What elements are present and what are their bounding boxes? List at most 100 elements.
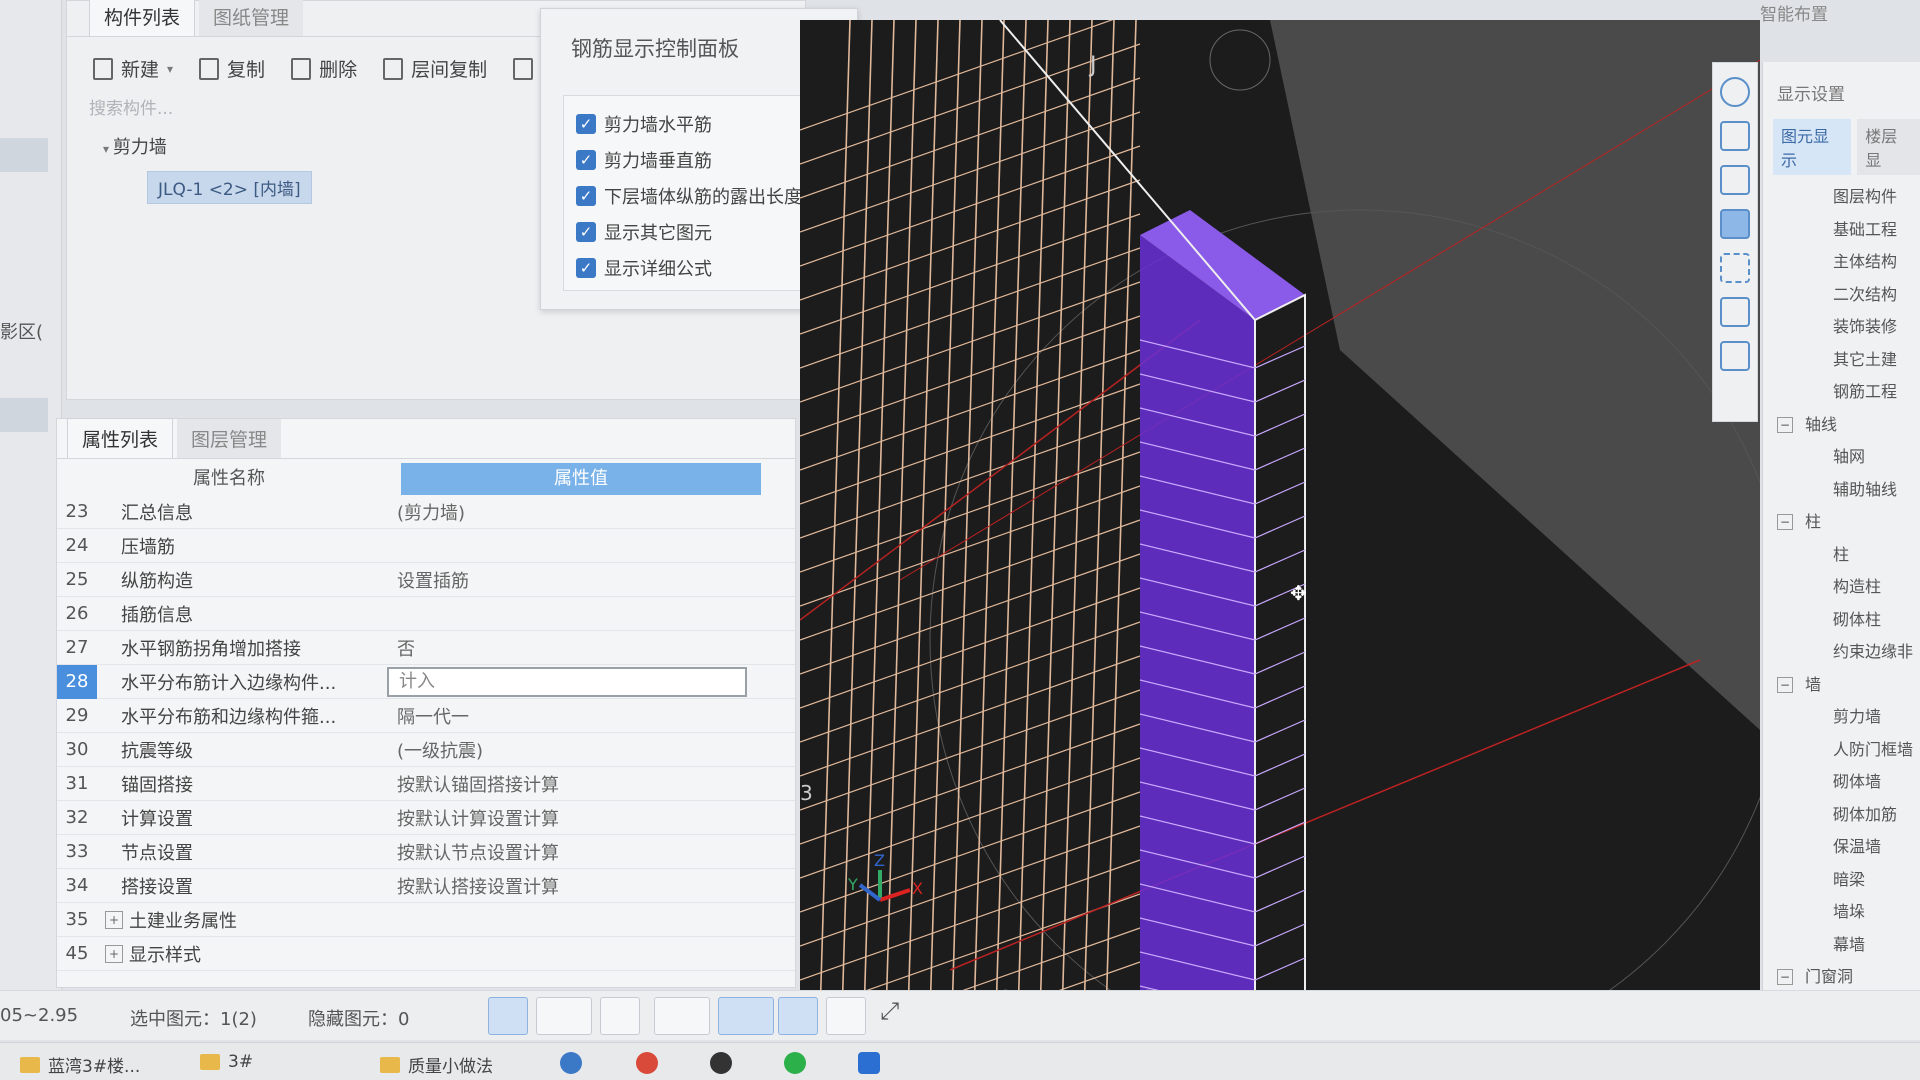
display-group[interactable]: − 门窗洞: [1763, 961, 1920, 994]
cross-snap-icon[interactable]: [600, 997, 640, 1035]
tab-floor-display[interactable]: 楼层显: [1857, 119, 1920, 175]
fit-view-icon[interactable]: [1720, 253, 1750, 283]
property-row[interactable]: 24 压墙筋: [57, 529, 795, 563]
collapse-minus-icon[interactable]: −: [1777, 676, 1793, 693]
ortho-snap-icon[interactable]: [488, 997, 528, 1035]
option-show-other-elements[interactable]: ✓ 显示其它图元: [576, 214, 832, 250]
display-item[interactable]: 砌体柱: [1763, 604, 1920, 637]
taskbar-app-icon[interactable]: [636, 1052, 658, 1074]
taskbar-item[interactable]: 质量小做法: [380, 1052, 493, 1077]
display-item[interactable]: 构造柱: [1763, 571, 1920, 604]
left-strip-block[interactable]: [0, 138, 48, 172]
tab-component-list[interactable]: 构件列表: [89, 0, 196, 36]
display-item[interactable]: 人防门框墙: [1763, 734, 1920, 767]
property-row[interactable]: 23 汇总信息 (剪力墙): [57, 495, 795, 529]
display-item[interactable]: 砌体墙: [1763, 766, 1920, 799]
solid-view-icon[interactable]: [1720, 209, 1750, 239]
display-item[interactable]: 剪力墙: [1763, 701, 1920, 734]
display-item[interactable]: 幕墙: [1763, 929, 1920, 962]
property-row[interactable]: 30 抗震等级 (一级抗震): [57, 733, 795, 767]
property-row[interactable]: 35 + 土建业务属性: [57, 903, 795, 937]
display-group[interactable]: − 柱: [1763, 506, 1920, 539]
display-item[interactable]: 墙垛: [1763, 896, 1920, 929]
display-item[interactable]: 装饰装修: [1763, 311, 1920, 344]
tab-property-list[interactable]: 属性列表: [67, 418, 174, 458]
collapse-minus-icon[interactable]: −: [1777, 969, 1793, 986]
option-shear-wall-vertical-rebar[interactable]: ✓ 剪力墙垂直筋: [576, 142, 832, 178]
taskbar-item[interactable]: 蓝湾3#楼...: [20, 1052, 140, 1077]
property-value[interactable]: (剪力墙): [387, 499, 747, 525]
chevron-down-icon[interactable]: ▾: [167, 62, 173, 76]
display-item[interactable]: 约束边缘非: [1763, 636, 1920, 669]
checkbox-checked-icon[interactable]: ✓: [576, 150, 596, 170]
option-shear-wall-horizontal-rebar[interactable]: ✓ 剪力墙水平筋: [576, 106, 832, 142]
angle-icon[interactable]: [654, 997, 710, 1035]
checkbox-checked-icon[interactable]: ✓: [576, 258, 596, 278]
property-row[interactable]: 25 纵筋构造 设置插筋: [57, 563, 795, 597]
copy-button[interactable]: 复制: [199, 55, 265, 82]
checkbox-checked-icon[interactable]: ✓: [576, 186, 596, 206]
property-value[interactable]: (一级抗震): [387, 737, 747, 763]
property-value[interactable]: 设置插筋: [387, 567, 747, 593]
display-item[interactable]: 轴网: [1763, 441, 1920, 474]
property-value[interactable]: 隔一代一: [387, 703, 747, 729]
display-item[interactable]: 保温墙: [1763, 831, 1920, 864]
option-lower-wall-rebar-exposed-length[interactable]: ✓ 下层墙体纵筋的露出长度: [576, 178, 832, 214]
display-group[interactable]: − 轴线: [1763, 409, 1920, 442]
floor-copy-button[interactable]: 层间复制: [383, 55, 487, 82]
display-item[interactable]: 图层构件: [1763, 181, 1920, 214]
property-row[interactable]: 28 水平分布筋计入边缘构件... 计入: [57, 664, 795, 699]
delete-button[interactable]: 删除: [291, 55, 357, 82]
property-row[interactable]: 34 搭接设置 按默认搭接设置计算: [57, 869, 795, 903]
arc-icon[interactable]: [826, 997, 866, 1035]
view-cube-icon[interactable]: [1720, 297, 1750, 327]
tree-item-jlq-1[interactable]: JLQ-1 <2> [内墙]: [147, 171, 312, 204]
offset-icon[interactable]: [718, 997, 774, 1035]
left-strip-block[interactable]: [0, 398, 48, 432]
3d-viewport[interactable]: ✥ J 3 3 G X Y Z: [800, 20, 1760, 1016]
expand-icon[interactable]: ⤢: [880, 997, 920, 1035]
display-item[interactable]: 钢筋工程: [1763, 376, 1920, 409]
collapse-minus-icon[interactable]: −: [1777, 514, 1793, 531]
display-item[interactable]: 二次结构: [1763, 279, 1920, 312]
display-item[interactable]: 基础工程: [1763, 214, 1920, 247]
3d-view-icon[interactable]: [1720, 165, 1750, 195]
property-row[interactable]: 26 插筋信息: [57, 597, 795, 631]
orbit-icon[interactable]: [1720, 77, 1750, 107]
smart-layout-label[interactable]: 智能布置: [1760, 0, 1828, 25]
taskbar-app-icon[interactable]: [710, 1052, 732, 1074]
tree-expand-icon[interactable]: ▾: [103, 142, 113, 156]
property-row[interactable]: 27 水平钢筋拐角增加搭接 否: [57, 631, 795, 665]
property-row[interactable]: 32 计算设置 按默认计算设置计算: [57, 801, 795, 835]
property-value[interactable]: 按默认计算设置计算: [387, 805, 747, 831]
expand-plus-icon[interactable]: +: [105, 944, 123, 963]
display-item[interactable]: 其它土建: [1763, 344, 1920, 377]
display-item[interactable]: 暗梁: [1763, 864, 1920, 897]
tab-element-display[interactable]: 图元显示: [1773, 119, 1852, 175]
tab-drawing-management[interactable]: 图纸管理: [199, 0, 304, 36]
checkbox-checked-icon[interactable]: ✓: [576, 114, 596, 134]
taskbar-app-icon[interactable]: [858, 1052, 880, 1074]
property-row[interactable]: 31 锚固搭接 按默认锚固搭接计算: [57, 767, 795, 801]
taskbar-app-icon[interactable]: [784, 1052, 806, 1074]
taskbar-item[interactable]: 3#: [200, 1052, 253, 1072]
select-mode-icon[interactable]: [536, 997, 592, 1035]
checkbox-checked-icon[interactable]: ✓: [576, 222, 596, 242]
property-value[interactable]: 按默认搭接设置计算: [387, 873, 747, 899]
2d-view-icon[interactable]: [1720, 121, 1750, 151]
property-row[interactable]: 45 + 显示样式: [57, 937, 795, 971]
property-row[interactable]: 29 水平分布筋和边缘构件箍... 隔一代一: [57, 699, 795, 733]
display-item[interactable]: 辅助轴线: [1763, 474, 1920, 507]
property-value[interactable]: 否: [387, 635, 747, 661]
tab-layer-management[interactable]: 图层管理: [177, 419, 282, 458]
option-show-detailed-formula[interactable]: ✓ 显示详细公式: [576, 250, 832, 286]
dynamic-input-icon[interactable]: [778, 997, 818, 1035]
display-item[interactable]: 砌体加筋: [1763, 799, 1920, 832]
display-item[interactable]: 柱: [1763, 539, 1920, 572]
report-icon[interactable]: [1720, 341, 1750, 371]
display-item[interactable]: 主体结构: [1763, 246, 1920, 279]
expand-plus-icon[interactable]: +: [105, 910, 123, 929]
property-row[interactable]: 33 节点设置 按默认节点设置计算: [57, 835, 795, 869]
collapse-minus-icon[interactable]: −: [1777, 416, 1793, 433]
property-value[interactable]: 按默认节点设置计算: [387, 839, 747, 865]
